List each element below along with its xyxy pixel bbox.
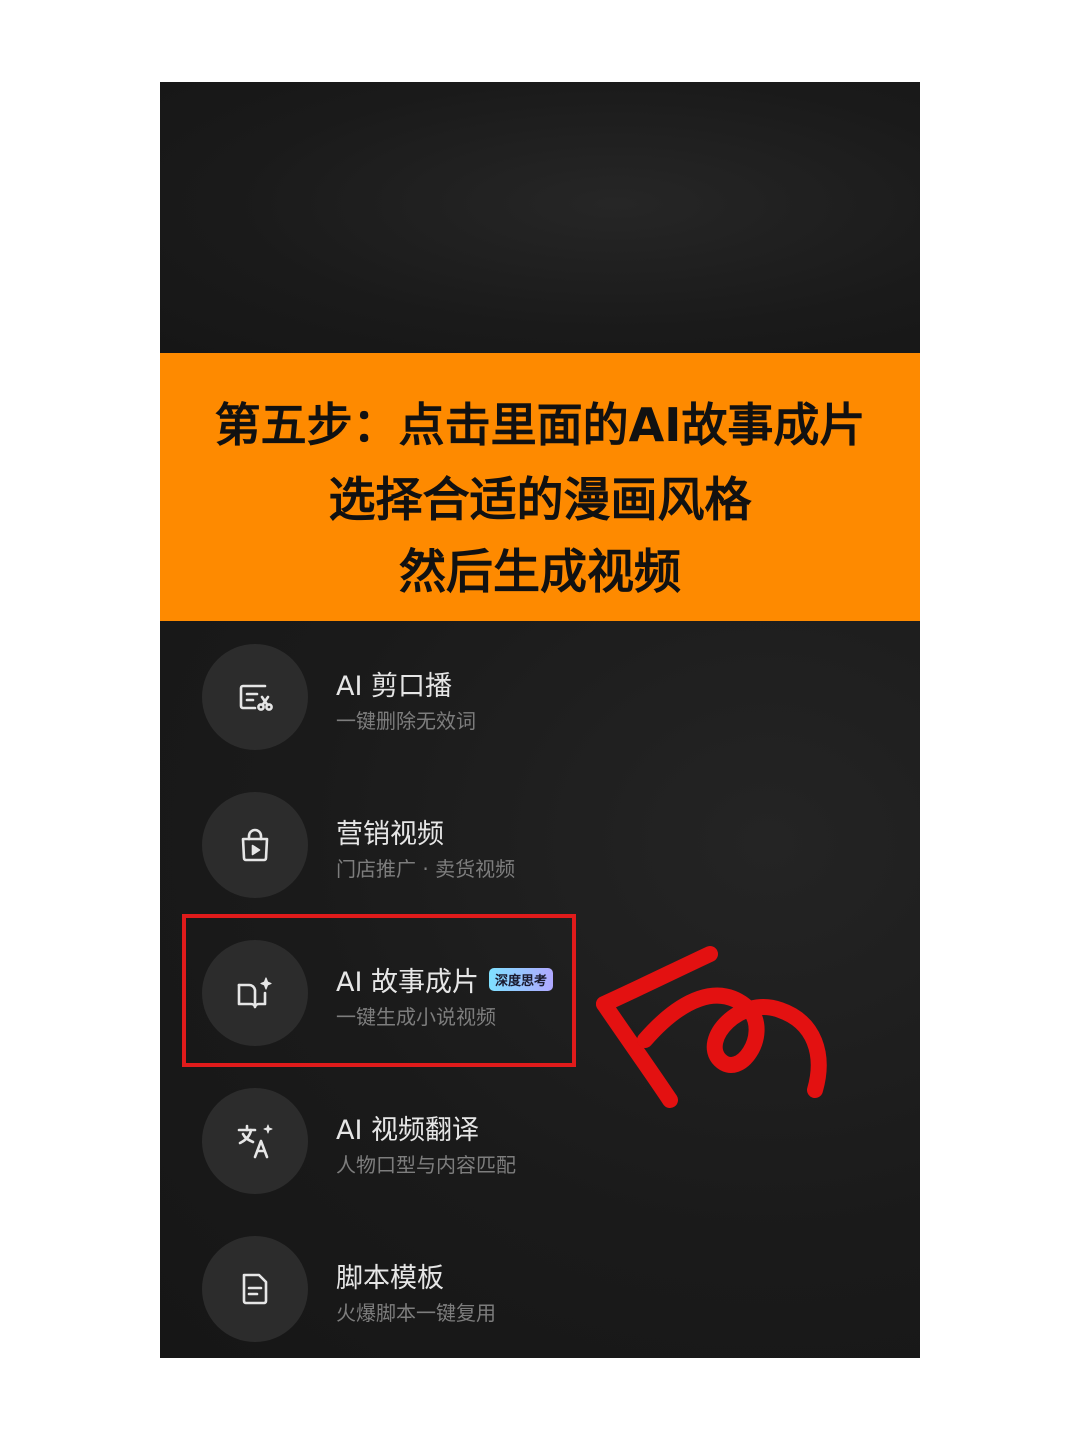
menu-item-subtitle: 门店推广 · 卖货视频 (336, 857, 516, 881)
menu-item-title: AI 视频翻译 (336, 1115, 480, 1146)
highlight-box (182, 914, 576, 1067)
text-cut-icon (202, 644, 308, 750)
menu-item-subtitle: 火爆脚本一键复用 (336, 1301, 496, 1325)
menu-item-marketing-video[interactable]: 营销视频 门店推广 · 卖货视频 (202, 792, 802, 898)
shopping-bag-play-icon (202, 792, 308, 898)
translate-icon (202, 1088, 308, 1194)
menu-item-ai-cut[interactable]: AI 剪口播 一键删除无效词 (202, 644, 802, 750)
menu-item-title: AI 剪口播 (336, 671, 453, 702)
app-screen: 第五步：点击里面的AI故事成片 选择合适的漫画风格 然后生成视频 AI 剪口播 … (160, 82, 920, 1358)
banner-line-3: 然后生成视频 (399, 545, 681, 600)
document-icon (202, 1236, 308, 1342)
banner-line-1: 第五步：点击里面的AI故事成片 (214, 398, 866, 452)
banner-line-2: 选择合适的漫画风格 (328, 473, 752, 528)
menu-item-subtitle: 一键删除无效词 (336, 709, 476, 733)
red-arrow-annotation (596, 946, 827, 1108)
menu-item-title: 营销视频 (336, 819, 444, 850)
menu-item-title: 脚本模板 (336, 1263, 444, 1294)
instruction-banner: 第五步：点击里面的AI故事成片 选择合适的漫画风格 然后生成视频 (160, 353, 920, 621)
menu-item-subtitle: 人物口型与内容匹配 (336, 1153, 516, 1177)
menu-item-script-template[interactable]: 脚本模板 火爆脚本一键复用 (202, 1236, 802, 1342)
top-dark-area (160, 82, 920, 353)
